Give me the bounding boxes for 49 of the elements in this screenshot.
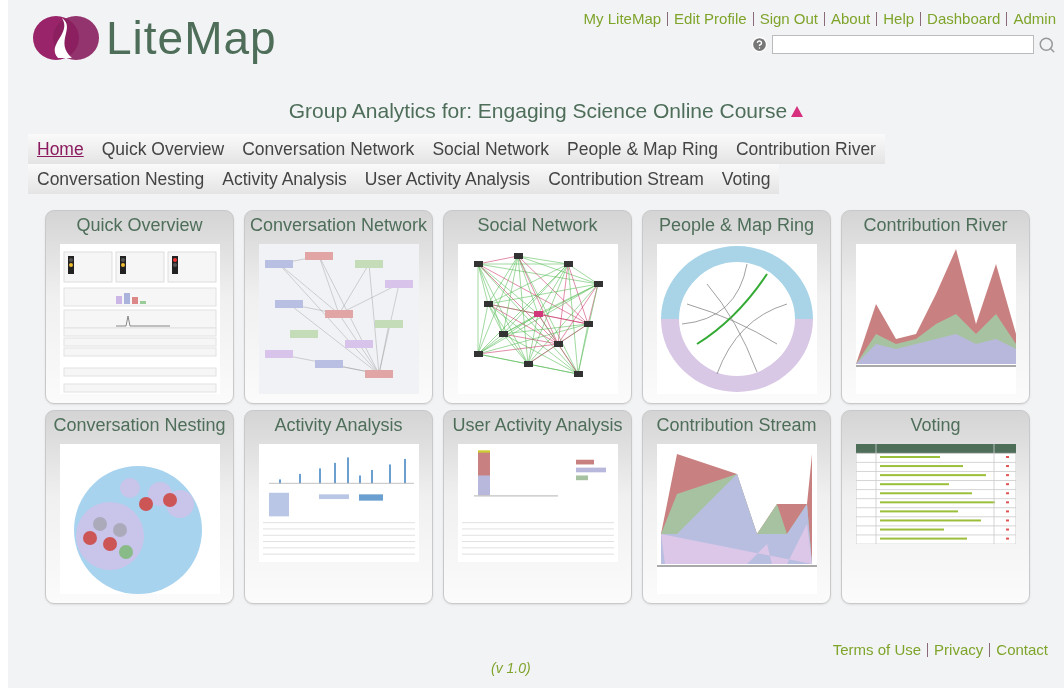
card-title: Contribution River: [863, 215, 1008, 236]
nav-tab[interactable]: Activity Analysis: [213, 164, 356, 194]
footer-link[interactable]: Contact: [996, 641, 1048, 658]
header-link[interactable]: Admin: [1013, 10, 1056, 27]
card-title: Voting: [910, 415, 961, 436]
header-link[interactable]: Dashboard: [927, 10, 1001, 27]
footer-link[interactable]: Privacy: [934, 641, 984, 658]
version-label: (v 1.0): [491, 660, 531, 676]
header-link[interactable]: Sign Out: [759, 10, 818, 27]
card-title: User Activity Analysis: [452, 415, 623, 436]
card-title: Quick Overview: [76, 215, 203, 236]
card-title: Contribution Stream: [656, 415, 817, 436]
nav-tab[interactable]: Contribution Stream: [539, 164, 713, 194]
nav-tab[interactable]: Home: [28, 134, 93, 164]
footer-link[interactable]: Terms of Use: [832, 641, 922, 658]
analytics-card[interactable]: Contribution Stream: [642, 410, 831, 604]
nav-tab[interactable]: People & Map Ring: [558, 134, 727, 164]
analytics-card[interactable]: People & Map Ring: [642, 210, 831, 404]
analytics-card[interactable]: Conversation Network: [244, 210, 433, 404]
header-link[interactable]: Help: [883, 10, 915, 27]
nav-tab[interactable]: Contribution River: [726, 134, 885, 164]
nav-tab[interactable]: User Activity Analysis: [355, 164, 540, 194]
card-title: Conversation Nesting: [53, 415, 226, 436]
nav-tab[interactable]: Conversation Nesting: [28, 164, 214, 194]
card-title: Social Network: [477, 215, 598, 236]
page-title: Group Analytics for: Engaging Science Online Course: [288, 99, 788, 123]
nav-tab[interactable]: Quick Overview: [92, 134, 234, 164]
card-title: Activity Analysis: [274, 415, 403, 436]
analytics-card[interactable]: User Activity Analysis: [443, 410, 632, 604]
nav-tab[interactable]: Social Network: [423, 134, 559, 164]
triangle-icon[interactable]: [791, 105, 804, 117]
analytics-card[interactable]: Conversation Nesting: [45, 410, 234, 604]
analytics-card[interactable]: Activity Analysis: [244, 410, 433, 604]
card-title: People & Map Ring: [658, 215, 815, 236]
analytics-card[interactable]: Contribution River: [841, 210, 1030, 404]
header-link[interactable]: About: [831, 10, 871, 27]
help-icon[interactable]: [751, 36, 768, 53]
search-field[interactable]: [772, 35, 1034, 54]
logo-icon: [32, 14, 100, 62]
card-title: Conversation Network: [249, 215, 428, 236]
logo-text: LiteMap: [106, 11, 277, 65]
nav-tab[interactable]: Voting: [712, 164, 780, 194]
analytics-card[interactable]: Quick Overview: [45, 210, 234, 404]
analytics-card[interactable]: Social Network: [443, 210, 632, 404]
header-link[interactable]: Edit Profile: [674, 10, 747, 27]
header-link[interactable]: My LiteMap: [583, 10, 662, 27]
analytics-card[interactable]: Voting: [841, 410, 1030, 604]
search-icon[interactable]: [1038, 35, 1056, 54]
nav-tab[interactable]: Conversation Network: [233, 134, 424, 164]
